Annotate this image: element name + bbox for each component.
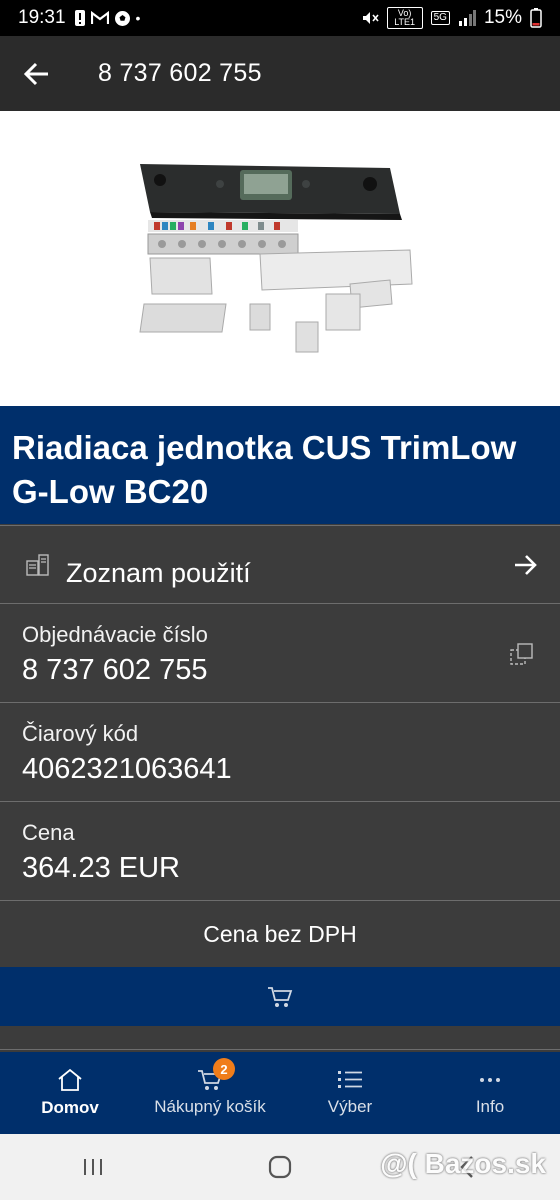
order-number-row: Objednávacie číslo 8 737 602 755 <box>0 603 560 702</box>
product-image <box>0 111 560 406</box>
nav-label-selection: Výber <box>327 1097 373 1116</box>
price-note: Cena bez DPH <box>203 920 357 947</box>
nav-item-cart[interactable]: 2 Nákupný košík <box>140 1052 280 1134</box>
network-5g-indicator: 5G <box>430 11 450 25</box>
nav-label-home: Domov <box>41 1098 99 1117</box>
volte-indicator: Vo) LTE1 <box>386 7 423 29</box>
usage-list-label: Zoznam použití <box>66 558 251 588</box>
copy-button[interactable] <box>510 642 534 671</box>
nav-item-info[interactable]: Info <box>420 1052 560 1134</box>
nav-item-selection[interactable]: Výber <box>280 1052 420 1134</box>
recent-apps-icon <box>84 1159 103 1175</box>
price-value: 364.23 EUR <box>22 852 180 884</box>
status-bar: 19:31 • Vo) LTE1 5G 15% <box>0 0 560 36</box>
add-to-cart-button[interactable] <box>0 967 560 1026</box>
arrow-right-icon <box>515 554 537 575</box>
recent-apps-button[interactable] <box>0 1157 187 1177</box>
mute-icon <box>362 12 379 24</box>
more-icon <box>480 1078 500 1082</box>
app-bar: 8 737 602 755 <box>0 36 560 111</box>
bottom-navigation: Domov 2 Nákupný košík Výber Info <box>0 1052 560 1134</box>
usage-list-row[interactable]: Zoznam použití <box>0 525 560 603</box>
product-title: Riadiaca jednotka CUS TrimLow G-Low BC20 <box>12 429 517 510</box>
nav-item-home[interactable]: Domov <box>0 1052 140 1134</box>
notification-icons: • <box>74 9 141 27</box>
soccer-icon <box>114 10 130 26</box>
page-title: 8 737 602 755 <box>98 59 262 87</box>
order-number-value: 8 737 602 755 <box>22 654 208 686</box>
gmail-icon <box>90 11 109 24</box>
alert-icon <box>74 10 85 26</box>
signal-icon <box>458 10 476 26</box>
price-row: Cena 364.23 EUR <box>0 801 560 900</box>
nav-label-info: Info <box>475 1097 505 1116</box>
cart-count-badge: 2 <box>213 1058 235 1080</box>
barcode-value: 4062321063641 <box>22 753 232 785</box>
usage-list-icon <box>26 553 49 576</box>
price-note-row: Cena bez DPH <box>0 900 560 967</box>
order-number-label: Objednávacie číslo <box>22 622 208 647</box>
product-title-block: Riadiaca jednotka CUS TrimLow G-Low BC20 <box>0 406 560 524</box>
more-notifications-dot: • <box>135 10 141 26</box>
home-system-button[interactable] <box>187 1155 374 1179</box>
cart-icon <box>268 986 293 1007</box>
content-bottom-spacer <box>0 1026 560 1050</box>
list-icon <box>338 1071 362 1088</box>
battery-icon <box>530 8 542 28</box>
back-button[interactable] <box>0 36 74 111</box>
battery-percent: 15% <box>483 7 522 28</box>
control-unit-illustration <box>139 163 413 352</box>
nav-label-cart: Nákupný košík <box>154 1097 266 1116</box>
arrow-left-icon <box>24 62 48 85</box>
home-icon <box>58 1068 82 1091</box>
watermark: @( Bazos.sk <box>380 1148 546 1179</box>
home-circle-icon <box>268 1155 292 1179</box>
barcode-row: Čiarový kód 4062321063641 <box>0 702 560 801</box>
copy-icon <box>510 643 533 665</box>
status-time: 19:31 <box>18 7 66 28</box>
price-label: Cena <box>22 820 75 845</box>
barcode-label: Čiarový kód <box>22 721 139 746</box>
